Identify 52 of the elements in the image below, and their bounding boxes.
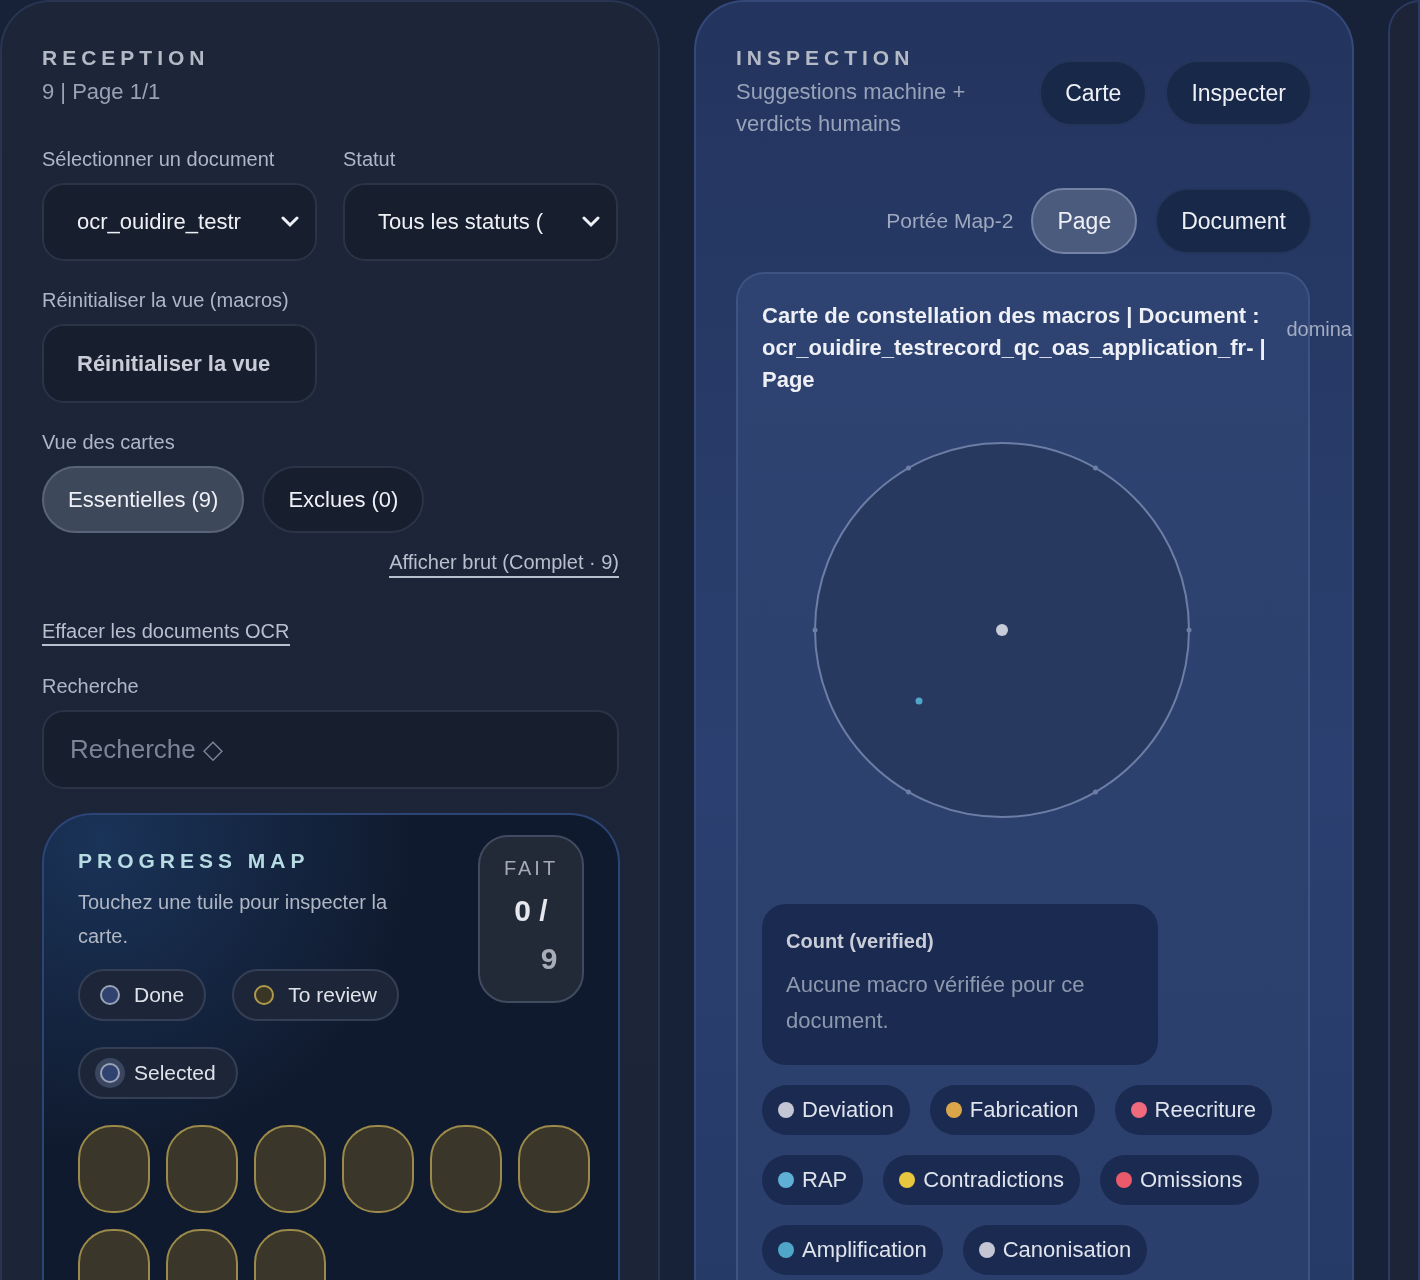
chevron-down-icon [281,216,299,228]
clear-link[interactable]: Effacer les documents OCR [42,620,290,646]
scope-label: Portée Map-2 [886,209,1014,233]
total-count: 9 [539,942,558,976]
legend-item[interactable]: To review [232,969,399,1021]
scope-toggle[interactable]: Document [1155,188,1312,254]
category-chip: Omissions [1099,1155,1259,1205]
category-chip: Contradictions [883,1155,1080,1205]
panel-subtitle: Suggestions machine + verdicts humains [736,78,967,138]
count-title: Count (verified) [786,930,935,953]
view-toggle[interactable]: Essentielles (9) [42,466,245,533]
view-toggle[interactable]: Exclues (0) [262,466,425,533]
counter-label: FAIT [503,857,559,880]
field-label: Vue des cartes [42,431,176,454]
axis-label: domina [1286,318,1352,341]
dropdown[interactable]: Tous les statuts ( [343,183,618,261]
progress-tile[interactable] [78,1125,150,1213]
field-label: Réinitialiser la vue (macros) [42,289,290,312]
field-label: Statut [343,148,397,171]
progress-tile[interactable] [254,1125,326,1213]
page-info: 9 | Page 1/1 [42,78,162,106]
dropdown[interactable]: ocr_ouidire_testr [42,183,317,261]
progress-tile[interactable] [342,1125,414,1213]
category-chip: RAP [762,1155,864,1205]
reset-button[interactable]: Réinitialiser la vue [42,324,317,403]
category-chip: Fabrication [929,1085,1095,1135]
legend-item[interactable]: Done [78,969,207,1021]
section-title: PROGRESS MAP [78,849,311,873]
raw-link[interactable]: Afficher brut (Complet · 9) [389,551,619,578]
hint-text: Touchez une tuile pour inspecter la carte. [78,890,389,949]
action-button[interactable]: Inspecter [1165,60,1312,126]
search-field[interactable]: Recherche ◇ [42,710,619,789]
map-title: Carte de constellation des macros | Document : ocr_ouidire_testrecord_qc_oas_application_fr- | Page [762,302,1267,394]
panel-title: RECEPTION [42,46,211,70]
empty-message: Aucune macro vérifiée pour ce document. [786,971,1086,1035]
field-label: Recherche [42,675,140,698]
scope-toggle[interactable]: Page [1031,188,1138,254]
progress-tile[interactable] [518,1125,590,1213]
legend-item[interactable]: Selected [78,1047,238,1099]
ring-icon [254,985,275,1005]
chevron-down-icon [582,216,600,228]
progress-tile[interactable] [430,1125,502,1213]
action-button[interactable]: Carte [1039,60,1148,126]
ring-icon [100,985,120,1005]
panel-title: INSPECTION [736,46,916,70]
field-label: Sélectionner un document [42,148,276,171]
category-chip: Canonisation [962,1225,1148,1275]
category-chip: Deviation [762,1085,910,1135]
category-chip: Reecriture [1114,1085,1273,1135]
category-chip: Amplification [762,1225,943,1275]
done-count: 0 / [514,894,548,928]
progress-tile[interactable] [166,1125,238,1213]
